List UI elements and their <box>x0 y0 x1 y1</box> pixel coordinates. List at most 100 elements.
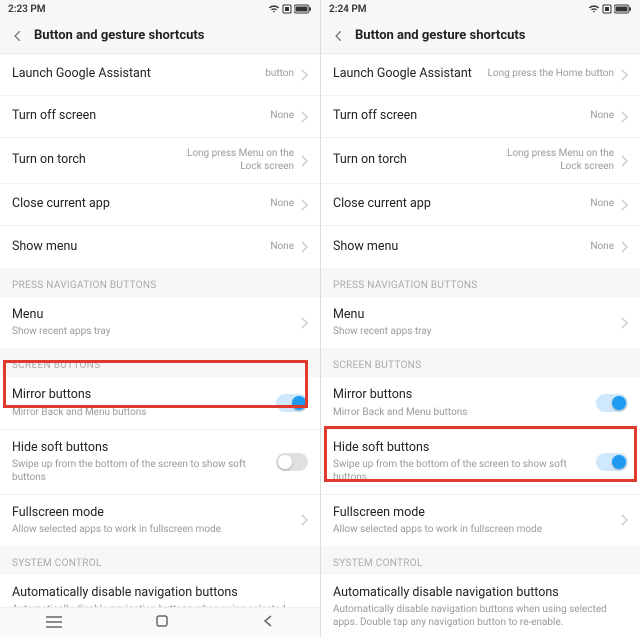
back-icon[interactable] <box>329 26 349 46</box>
row-label: Menu <box>333 307 614 323</box>
row-value: None <box>590 198 614 211</box>
row-auto-disable-nav[interactable]: Automatically disable navigation buttons… <box>321 575 640 637</box>
toggle-hide-soft-buttons[interactable] <box>276 453 308 471</box>
row-label: Show menu <box>333 239 590 255</box>
settings-scroll[interactable]: Launch Google Assistant Long press the H… <box>321 54 640 637</box>
row-fullscreen-mode[interactable]: Fullscreen mode Allow selected apps to w… <box>321 495 640 546</box>
row-turn-on-torch[interactable]: Turn on torch Long press Menu on the Loc… <box>0 138 320 184</box>
row-value: Long press Menu on the Lock screen <box>484 148 614 173</box>
row-sub: Swipe up from the bottom of the screen t… <box>12 458 276 484</box>
chevron-right-icon <box>300 241 308 253</box>
status-time: 2:24 PM <box>329 4 367 15</box>
section-system-control: SYSTEM CONTROL <box>321 546 640 575</box>
row-menu[interactable]: Menu Show recent apps tray <box>0 297 320 348</box>
row-mirror-buttons[interactable]: Mirror buttons Mirror Back and Menu butt… <box>0 377 320 429</box>
row-turn-off-screen[interactable]: Turn off screen None <box>0 96 320 138</box>
chevron-right-icon <box>620 69 628 81</box>
row-fullscreen-mode[interactable]: Fullscreen mode Allow selected apps to w… <box>0 495 320 546</box>
row-label: Turn off screen <box>333 108 590 124</box>
panel-right: 2:24 PM Button and gesture shortcuts Lau… <box>320 0 640 637</box>
row-value: Long press Menu on the Lock screen <box>164 148 294 173</box>
row-turn-off-screen[interactable]: Turn off screen None <box>321 96 640 138</box>
chevron-right-icon <box>620 514 628 526</box>
section-system-control: SYSTEM CONTROL <box>0 546 320 575</box>
row-sub: Mirror Back and Menu buttons <box>333 406 596 419</box>
row-label: Mirror buttons <box>333 387 596 403</box>
row-label: Launch Google Assistant <box>12 66 265 82</box>
row-label: Show menu <box>12 239 270 255</box>
row-label: Automatically disable navigation buttons <box>333 585 628 601</box>
navbar <box>0 607 320 637</box>
status-icons <box>588 4 632 14</box>
row-sub: Allow selected apps to work in fullscree… <box>12 523 294 536</box>
row-show-menu[interactable]: Show menu None <box>0 226 320 268</box>
row-value: None <box>270 241 294 254</box>
status-icons <box>268 4 312 14</box>
row-menu[interactable]: Menu Show recent apps tray <box>321 297 640 348</box>
row-hide-soft-buttons[interactable]: Hide soft buttons Swipe up from the bott… <box>0 430 320 495</box>
row-sub: Swipe up from the bottom of the screen t… <box>333 458 596 484</box>
row-launch-assistant[interactable]: Launch Google Assistant button <box>0 54 320 96</box>
nav-back-icon[interactable] <box>262 613 274 632</box>
row-value: None <box>270 198 294 211</box>
panel-left: 2:23 PM Button and gesture shortcuts Lau… <box>0 0 320 637</box>
toggle-mirror-buttons[interactable] <box>596 394 628 412</box>
section-press-nav: PRESS NAVIGATION BUTTONS <box>321 268 640 297</box>
row-close-current-app[interactable]: Close current app None <box>321 184 640 226</box>
page-title: Button and gesture shortcuts <box>355 28 525 43</box>
row-show-menu[interactable]: Show menu None <box>321 226 640 268</box>
row-sub: Show recent apps tray <box>333 325 614 338</box>
row-label: Turn off screen <box>12 108 270 124</box>
nav-recents-icon[interactable] <box>46 613 62 632</box>
row-value: None <box>590 241 614 254</box>
nav-home-icon[interactable] <box>155 613 169 632</box>
row-label: Close current app <box>12 196 270 212</box>
chevron-right-icon <box>300 514 308 526</box>
row-sub: Mirror Back and Menu buttons <box>12 406 276 419</box>
row-sub: Allow selected apps to work in fullscree… <box>333 523 614 536</box>
row-label: Hide soft buttons <box>333 440 596 456</box>
chevron-right-icon <box>300 111 308 123</box>
row-value: Long press the Home button <box>488 68 614 81</box>
chevron-right-icon <box>300 69 308 81</box>
row-label: Fullscreen mode <box>12 505 294 521</box>
row-launch-assistant[interactable]: Launch Google Assistant Long press the H… <box>321 54 640 96</box>
header: Button and gesture shortcuts <box>321 18 640 54</box>
chevron-right-icon <box>620 199 628 211</box>
status-bar: 2:24 PM <box>321 0 640 18</box>
row-label: Fullscreen mode <box>333 505 614 521</box>
row-label: Turn on torch <box>12 152 164 168</box>
chevron-right-icon <box>620 155 628 167</box>
row-sub: Automatically disable navigation buttons… <box>333 603 628 629</box>
toggle-mirror-buttons[interactable] <box>276 394 308 412</box>
row-turn-on-torch[interactable]: Turn on torch Long press Menu on the Loc… <box>321 138 640 184</box>
row-value: None <box>590 110 614 123</box>
status-time: 2:23 PM <box>8 4 46 15</box>
row-label: Launch Google Assistant <box>333 66 488 82</box>
row-label: Mirror buttons <box>12 387 276 403</box>
row-value: None <box>270 110 294 123</box>
section-screen-buttons: SCREEN BUTTONS <box>0 348 320 377</box>
page-title: Button and gesture shortcuts <box>34 28 204 43</box>
row-label: Hide soft buttons <box>12 440 276 456</box>
row-sub: Show recent apps tray <box>12 325 294 338</box>
header: Button and gesture shortcuts <box>0 18 320 54</box>
row-mirror-buttons[interactable]: Mirror buttons Mirror Back and Menu butt… <box>321 377 640 429</box>
section-press-nav: PRESS NAVIGATION BUTTONS <box>0 268 320 297</box>
chevron-right-icon <box>300 199 308 211</box>
chevron-right-icon <box>620 241 628 253</box>
row-label: Menu <box>12 307 294 323</box>
row-label: Close current app <box>333 196 590 212</box>
chevron-right-icon <box>300 155 308 167</box>
row-hide-soft-buttons[interactable]: Hide soft buttons Swipe up from the bott… <box>321 430 640 495</box>
chevron-right-icon <box>620 111 628 123</box>
row-close-current-app[interactable]: Close current app None <box>0 184 320 226</box>
section-screen-buttons: SCREEN BUTTONS <box>321 348 640 377</box>
chevron-right-icon <box>620 317 628 329</box>
status-bar: 2:23 PM <box>0 0 320 18</box>
settings-scroll[interactable]: Launch Google Assistant button Turn off … <box>0 54 320 637</box>
toggle-hide-soft-buttons[interactable] <box>596 453 628 471</box>
row-label: Automatically disable navigation buttons <box>12 585 308 601</box>
row-value: button <box>265 68 294 81</box>
back-icon[interactable] <box>8 26 28 46</box>
